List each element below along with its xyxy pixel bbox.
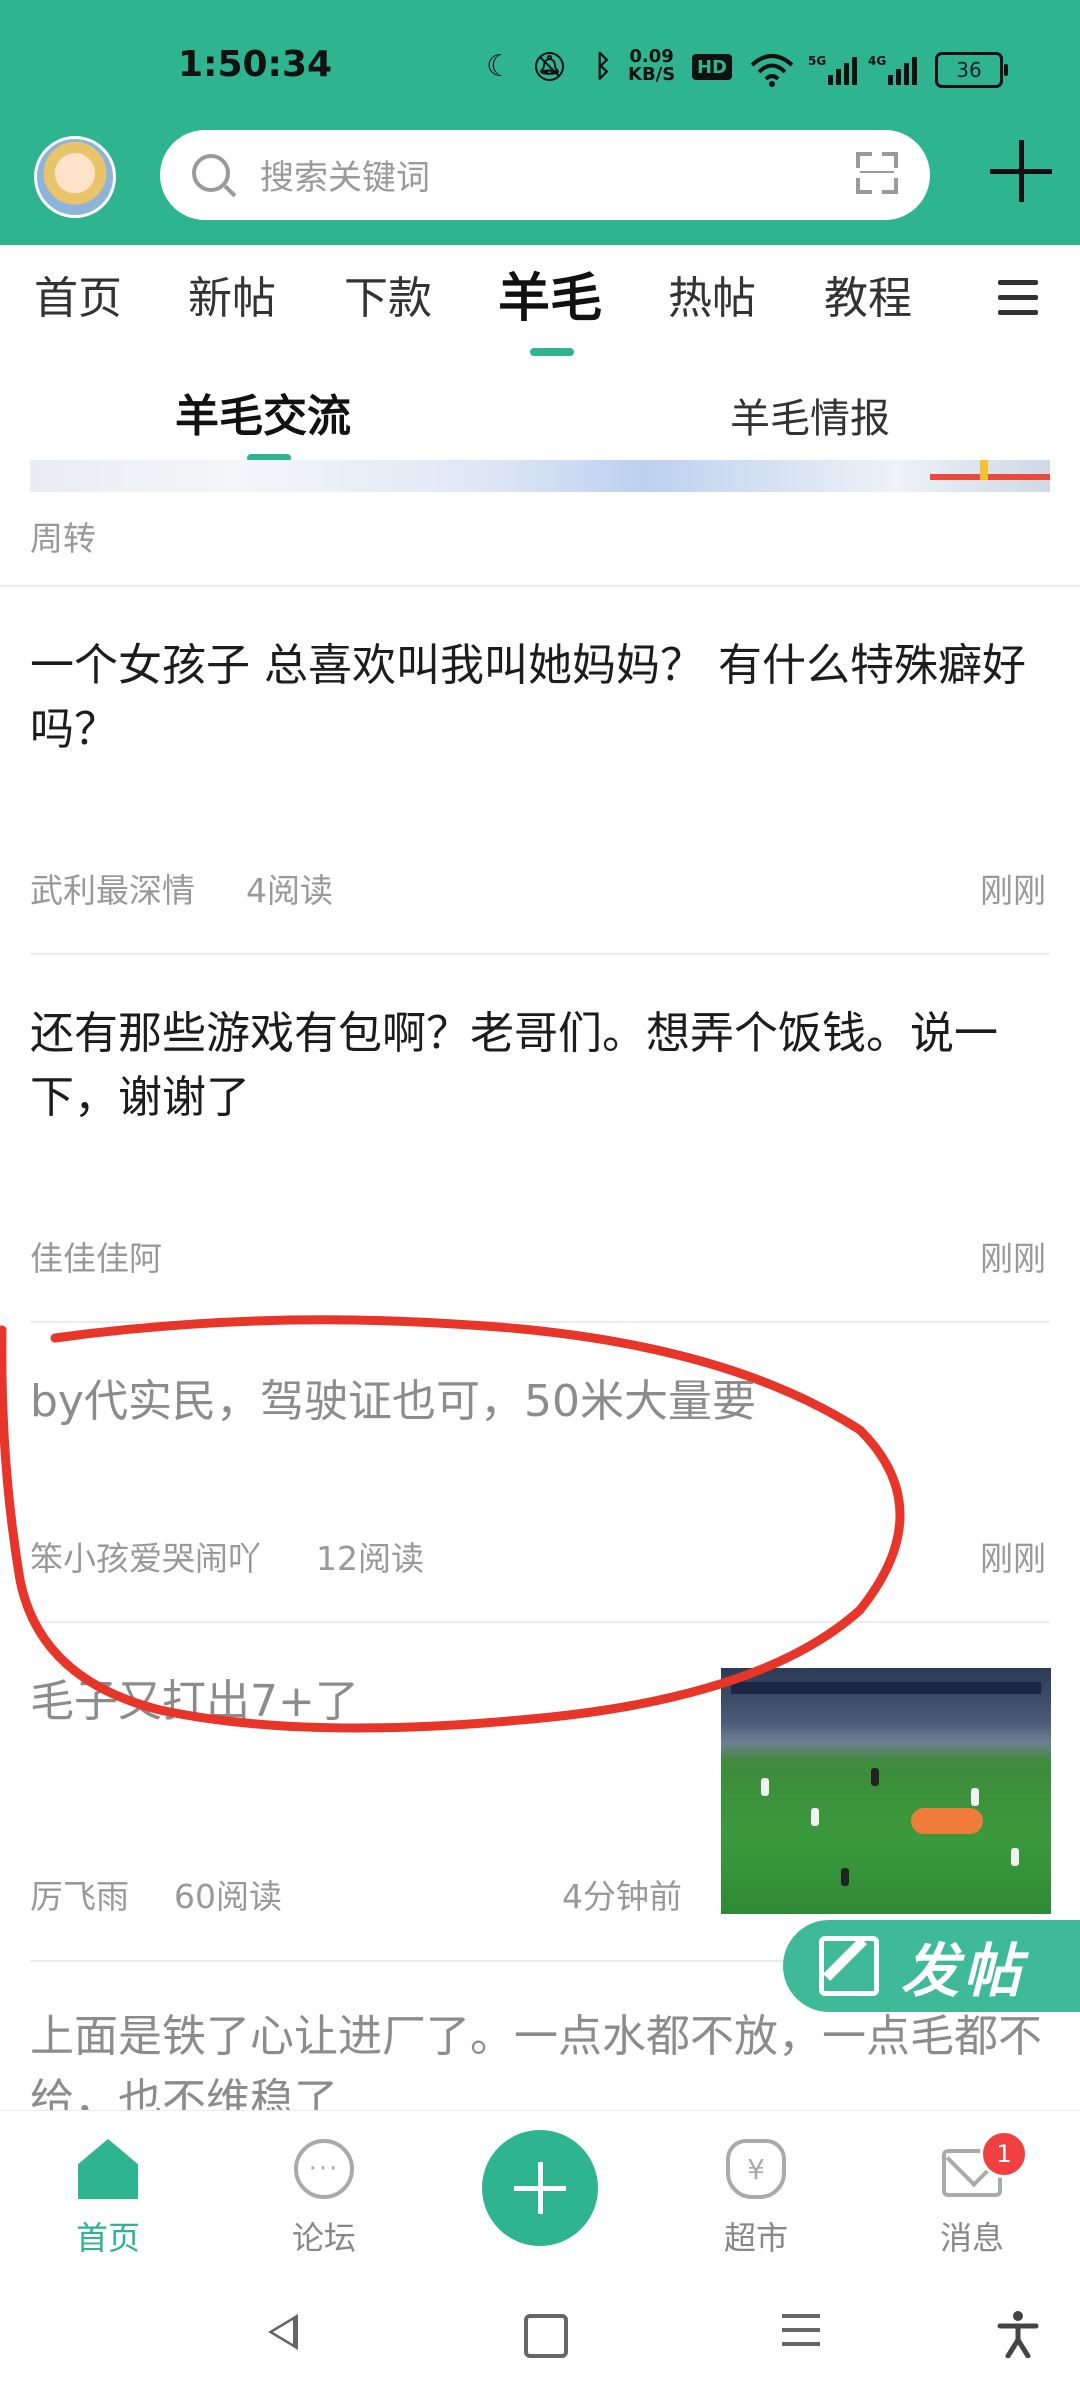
tab-home[interactable]: 首页 — [34, 262, 122, 326]
subtab-deal-intel[interactable]: 羊毛情报 — [730, 386, 890, 444]
post-time: 刚刚 — [980, 1239, 1046, 1278]
battery-level: 36 — [956, 58, 982, 82]
unread-badge: 1 — [980, 2130, 1028, 2178]
post-time: 刚刚 — [980, 871, 1046, 910]
edit-icon — [819, 1936, 879, 1996]
post-title[interactable]: 毛子又打出7+了 — [30, 1670, 680, 1734]
nav-messages-label: 消息 — [939, 2219, 1004, 2257]
menu-icon[interactable] — [998, 280, 1042, 318]
tab-hot-posts[interactable]: 热帖 — [668, 262, 756, 326]
tab-loans[interactable]: 下款 — [344, 262, 432, 326]
avatar[interactable] — [34, 136, 116, 218]
subtab-deal-discussion[interactable]: 羊毛交流 — [175, 380, 351, 444]
new-post-button[interactable]: 发帖 — [783, 1920, 1080, 2012]
tab-new-posts[interactable]: 新帖 — [188, 262, 276, 326]
app-header: 1:50:34 ☾ 🔕︎ ᛒ 0.09 KB/S HD 5G 4G 36 搜索关… — [0, 0, 1080, 245]
battery-icon: 36 — [935, 52, 1008, 88]
recents-icon[interactable] — [782, 2310, 826, 2354]
post-title[interactable]: by代实民，驾驶证也可，50米大量要 — [30, 1370, 1050, 1434]
post-title[interactable]: 一个女孩子 总喜欢叫我叫她妈妈？ 有什么特殊癖好吗？ — [30, 634, 1050, 762]
svg-text:5G: 5G — [808, 54, 826, 68]
tab-deals[interactable]: 羊毛 — [498, 256, 602, 331]
post-thumbnail[interactable] — [721, 1668, 1051, 1914]
search-input[interactable]: 搜索关键词 — [160, 130, 930, 220]
divider — [30, 1321, 1050, 1323]
post-feed: 周转 一个女孩子 总喜欢叫我叫她妈妈？ 有什么特殊癖好吗？ 武利最深情 4阅读 … — [0, 460, 1080, 2110]
nav-forum[interactable]: ··· 论坛 — [244, 2111, 404, 2271]
hd-icon: HD — [692, 54, 732, 80]
nav-home[interactable]: 首页 — [28, 2111, 188, 2271]
tab-tutorials[interactable]: 教程 — [824, 262, 912, 326]
nav-home-label: 首页 — [75, 2219, 140, 2257]
5g-signal-icon: 5G — [808, 50, 858, 90]
net-speed: 0.09 KB/S — [628, 46, 676, 85]
post-author[interactable]: 佳佳佳阿 — [30, 1232, 162, 1280]
center-add-button[interactable] — [482, 2130, 598, 2246]
new-post-label: 发帖 — [901, 1937, 1026, 2005]
search-icon — [192, 154, 230, 192]
post-read-count: 60阅读 — [174, 1877, 282, 1916]
post-time: 刚刚 — [980, 1539, 1046, 1578]
scoreboard-overlay — [731, 1682, 1041, 1694]
post-read-count: 4阅读 — [246, 871, 333, 910]
bluetooth-icon: ᛒ — [594, 48, 612, 84]
scan-icon[interactable] — [856, 152, 898, 194]
back-icon[interactable] — [268, 2314, 298, 2350]
post-image-partial — [30, 460, 1050, 492]
nav-market-label: 超市 — [723, 2219, 788, 2257]
post-read-count: 12阅读 — [316, 1539, 424, 1578]
home-square-icon[interactable] — [524, 2314, 568, 2358]
divider — [30, 1621, 1050, 1623]
moon-icon: ☾ — [486, 48, 513, 84]
video-badge — [911, 1808, 983, 1834]
nav-market[interactable]: ¥ 超市 — [676, 2111, 836, 2271]
main-tab-bar: 首页 新帖 下款 羊毛 热帖 教程 — [0, 262, 1080, 352]
silent-icon: 🔕︎ — [532, 49, 568, 83]
post-title[interactable]: 上面是铁了心让进厂了。一点水都不放，一点毛都不给，也不维稳了 — [30, 2005, 1050, 2110]
status-time: 1:50:34 — [178, 44, 333, 85]
active-tab-indicator — [530, 348, 574, 356]
svg-text:4G: 4G — [868, 54, 886, 68]
system-nav-bar — [0, 2270, 1080, 2400]
accessibility-icon[interactable] — [996, 2310, 1040, 2359]
divider — [0, 585, 1080, 587]
money-bag-icon: ¥ — [726, 2139, 786, 2199]
divider — [30, 953, 1050, 955]
home-icon — [78, 2139, 138, 2199]
4g-signal-icon: 4G — [868, 50, 918, 90]
post-author[interactable]: 周转 — [30, 512, 96, 560]
wifi-icon — [750, 50, 794, 90]
post-time: 4分钟前 — [562, 1877, 682, 1916]
post-title[interactable]: 还有那些游戏有包啊？老哥们。想弄个饭钱。说一下，谢谢了 — [30, 1002, 1050, 1130]
search-placeholder: 搜索关键词 — [260, 158, 430, 198]
nav-messages[interactable]: 消息 — [892, 2111, 1052, 2271]
post-author[interactable]: 武利最深情 — [30, 864, 195, 912]
chat-bubble-icon: ··· — [294, 2139, 354, 2199]
add-icon[interactable] — [990, 140, 1052, 202]
nav-forum-label: 论坛 — [291, 2219, 356, 2257]
post-author[interactable]: 笨小孩爱哭闹吖 — [30, 1532, 261, 1580]
post-author[interactable]: 厉飞雨 — [30, 1870, 129, 1918]
